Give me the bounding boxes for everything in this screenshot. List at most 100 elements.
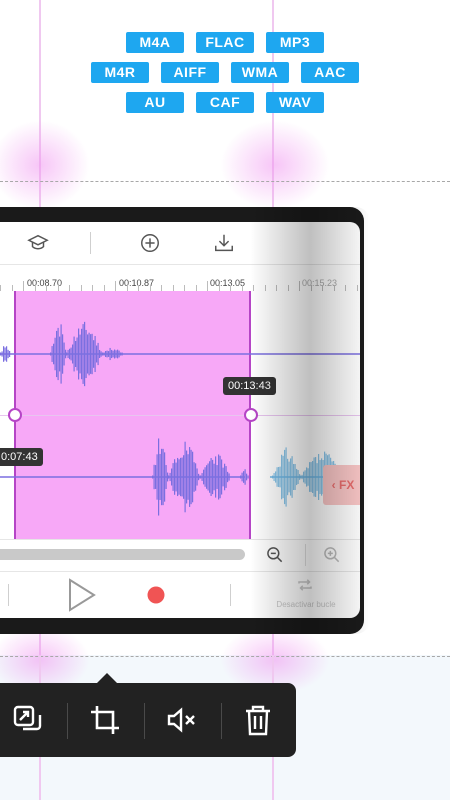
fx-tab[interactable]: ‹ FX	[323, 465, 360, 505]
waveform-bar	[100, 351, 102, 357]
waveform-bar	[169, 472, 171, 482]
waveform-bar	[290, 458, 292, 496]
waveform-bar	[282, 455, 284, 499]
waveform-bar	[84, 321, 86, 387]
waveform-bar	[203, 469, 205, 485]
waveform-bar	[62, 334, 64, 374]
waveform-bar	[244, 469, 246, 485]
waveform-bar	[6, 346, 8, 362]
format-row-1: M4A FLAC MP3	[0, 32, 450, 53]
waveform-bar	[301, 474, 303, 480]
waveform-area[interactable]: 00:13:43 0:07:43 ‹ FX	[0, 291, 360, 539]
ruler-label: 00:15.23	[302, 278, 338, 288]
download-icon[interactable]	[213, 232, 235, 254]
waveform-bar	[318, 454, 320, 500]
waveform-bar	[200, 475, 202, 479]
format-badge: WAV	[266, 92, 324, 113]
waveform-bar	[213, 463, 215, 491]
waveform-bar	[63, 342, 65, 366]
ruler-tick	[299, 281, 300, 291]
zoom-separator	[305, 544, 306, 566]
format-badge: AU	[126, 92, 184, 113]
trash-icon[interactable]	[241, 703, 275, 737]
waveform-bar	[81, 328, 83, 380]
waveform-bar	[189, 447, 191, 507]
waveform-bar	[164, 452, 166, 502]
waveform-bar	[112, 350, 114, 358]
waveform-bar	[193, 462, 195, 492]
waveform-bar	[67, 349, 69, 359]
waveform-bar	[204, 467, 206, 487]
waveform-bar	[316, 463, 318, 491]
format-badge: M4A	[126, 32, 184, 53]
selection-end-handle[interactable]	[244, 408, 258, 422]
waveform-bar	[210, 457, 212, 497]
waveform-bar	[91, 333, 93, 375]
zoom-in-icon[interactable]	[322, 545, 342, 565]
format-badges: M4A FLAC MP3 M4R AIFF WMA AAC AU CAF WAV	[0, 32, 450, 122]
transport-bar: Desactivar bucle	[0, 571, 360, 618]
waveform-bar	[221, 459, 223, 495]
waveform-bar	[243, 471, 245, 483]
waveform-bar	[207, 463, 209, 491]
waveform-bar	[93, 340, 95, 368]
waveform-bar	[279, 466, 281, 488]
copy-icon[interactable]	[11, 703, 45, 737]
dashed-guide-top	[0, 181, 450, 182]
waveform-bar	[228, 473, 230, 481]
waveform-bar	[186, 450, 188, 504]
selection-end-time: 00:13:43	[223, 377, 276, 395]
graduation-cap-icon[interactable]	[27, 232, 49, 254]
glow-top-left	[0, 120, 90, 210]
waveform-bar	[291, 456, 293, 498]
waveform-bar	[278, 467, 280, 487]
waveform-bar	[172, 463, 174, 491]
waveform-bar	[240, 475, 242, 479]
waveform-bar	[273, 473, 275, 481]
waveform-bar	[69, 348, 71, 360]
waveform-bar	[275, 471, 277, 483]
waveform-bar	[106, 350, 108, 358]
transport-separator	[230, 584, 231, 606]
record-icon[interactable]	[146, 585, 166, 605]
horizontal-scrollbar[interactable]	[0, 549, 245, 560]
waveform-bar	[315, 457, 317, 497]
waveform-bar	[73, 336, 75, 372]
play-icon[interactable]	[66, 577, 98, 613]
waveform-bar	[118, 350, 120, 358]
format-row-2: M4R AIFF WMA AAC	[0, 62, 450, 83]
waveform-bar	[294, 463, 296, 491]
add-circle-icon[interactable]	[139, 232, 161, 254]
waveform-bar	[165, 465, 167, 489]
waveform-bar	[307, 468, 309, 486]
zoom-out-icon[interactable]	[265, 545, 285, 565]
waveform-bar	[212, 459, 214, 495]
waveform-bar	[117, 349, 119, 359]
format-badge: CAF	[196, 92, 254, 113]
waveform-bar	[310, 462, 312, 492]
crop-icon[interactable]	[88, 703, 122, 737]
waveform-bar	[181, 457, 183, 497]
edit-bar-pointer	[96, 673, 118, 684]
waveform-bar	[287, 458, 289, 496]
waveform-bar	[121, 352, 123, 356]
waveform-bar	[66, 352, 68, 356]
waveform-bar	[152, 475, 154, 479]
transport-separator	[8, 584, 9, 606]
waveform-bar	[102, 352, 104, 356]
waveform-bar	[174, 459, 176, 495]
format-row-3: AU CAF WAV	[0, 92, 450, 113]
waveform-bar	[1, 351, 3, 357]
loop-icon[interactable]	[296, 576, 314, 594]
mute-icon[interactable]	[164, 703, 198, 737]
selection-start-handle[interactable]	[8, 408, 22, 422]
waveform-bar	[51, 346, 53, 362]
editor-screen: 00:08.70 00:10.87 00:13.05 00:15.23 00:1…	[0, 222, 360, 618]
waveform-bar	[115, 350, 117, 358]
waveform-bar	[195, 463, 197, 491]
waveform-bar	[105, 351, 107, 357]
waveform-bar	[75, 340, 77, 368]
format-badge: MP3	[266, 32, 324, 53]
format-badge: AIFF	[161, 62, 219, 83]
waveform-bar	[0, 352, 2, 356]
